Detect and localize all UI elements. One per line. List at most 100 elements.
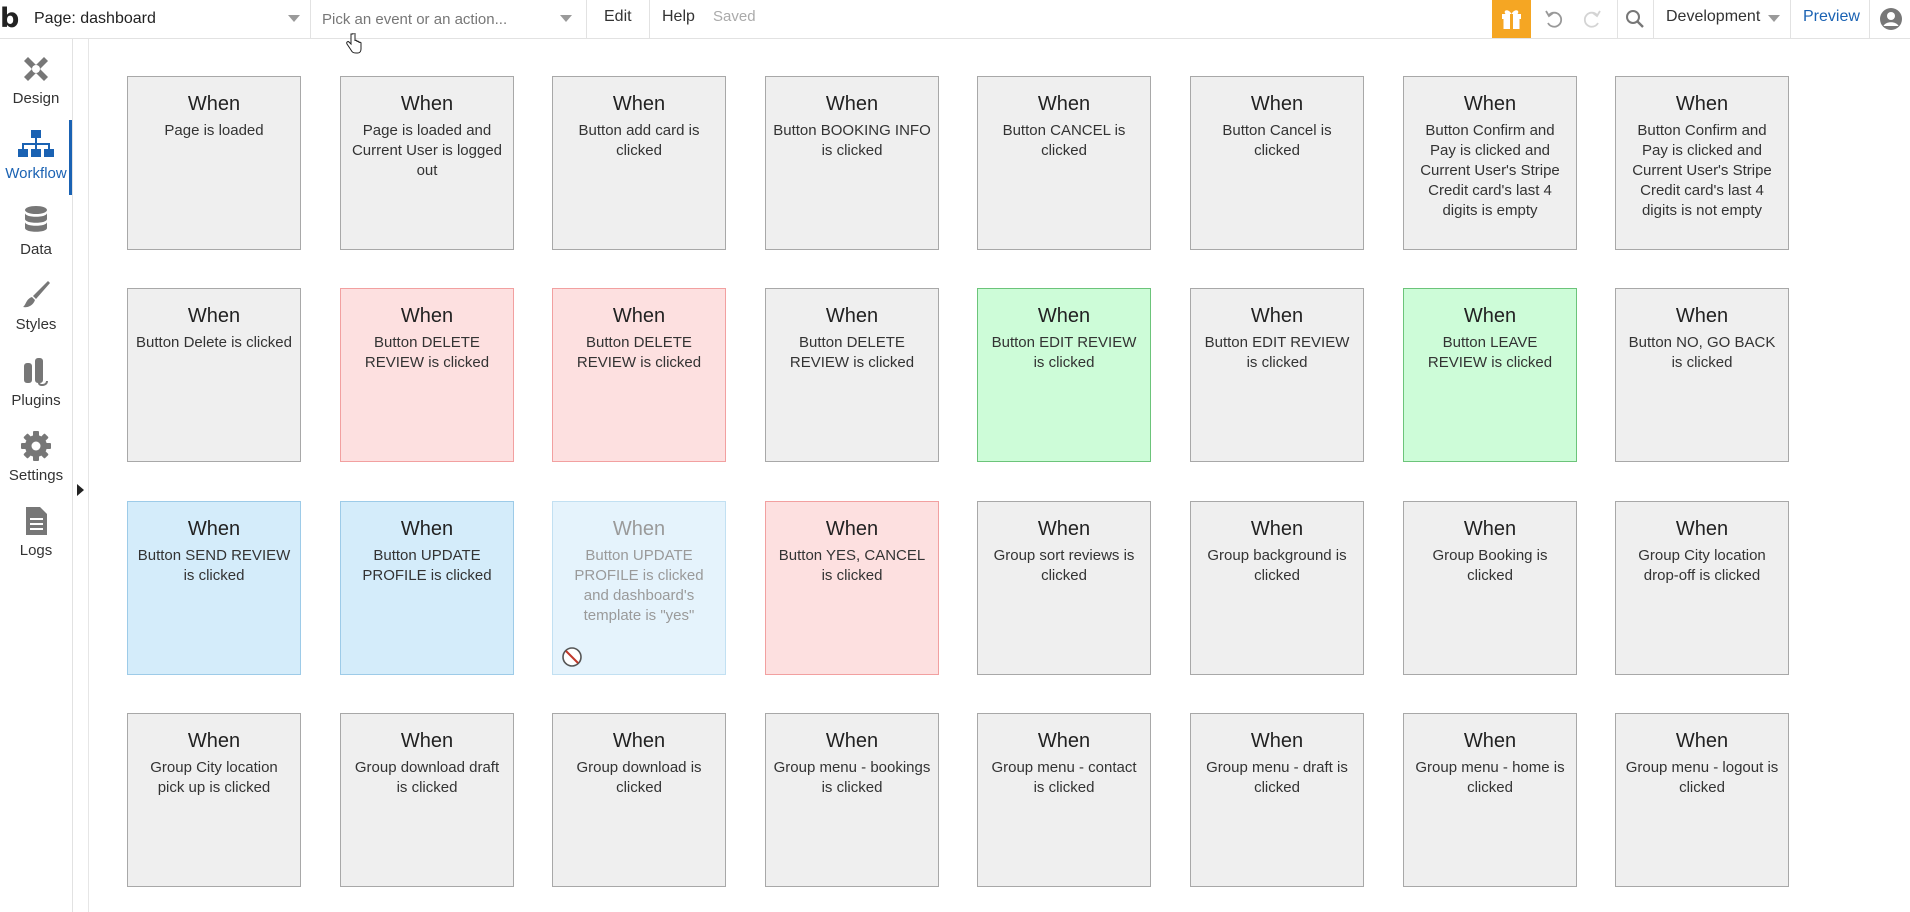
workflow-event-description: Group City location drop-off is clicked (1638, 547, 1766, 584)
sidebar-item-design[interactable]: Design (0, 45, 72, 120)
brush-icon (23, 281, 50, 308)
workflow-event-card[interactable]: When Button add card is clicked (552, 76, 726, 250)
workflow-when-label: When (612, 730, 666, 752)
workflow-event-description: Page is loaded (164, 122, 264, 139)
workflow-icon (18, 130, 54, 157)
workflow-when-label: When (1463, 730, 1517, 752)
workflow-event-card[interactable]: When Group City location pick up is click… (127, 713, 301, 887)
sidebar-item-data[interactable]: Data (0, 196, 72, 271)
workflow-when-label: When (1463, 93, 1517, 115)
workflow-event-card[interactable]: When Group download is clicked (552, 713, 726, 887)
account-button[interactable] (1876, 0, 1906, 38)
workflow-event-card[interactable]: When Button Cancel is clicked (1190, 76, 1364, 250)
workflow-event-description: Group download draft is clicked (354, 759, 500, 796)
workflow-event-card[interactable]: When Page is loaded and Current User is l… (340, 76, 514, 250)
workflow-event-card[interactable]: When Button DELETE REVIEW is clicked (552, 288, 726, 462)
workflow-when-label: When (1463, 305, 1517, 327)
workflow-event-card[interactable]: When Button SEND REVIEW is clicked (127, 501, 301, 675)
workflow-when-label: When (1250, 93, 1304, 115)
workflow-when-label: When (825, 93, 879, 115)
workflow-event-card[interactable]: When Group menu - logout is clicked (1615, 713, 1789, 887)
workflow-canvas: When Page is loaded When Page is loaded and… (89, 39, 1910, 912)
workflow-when-label: When (825, 518, 879, 540)
workflow-event-card[interactable]: When Button Confirm and Pay is clicked an… (1615, 76, 1789, 250)
page-selector[interactable]: Page: dashboard (34, 0, 311, 38)
workflow-event-card[interactable]: When Button UPDATE PROFILE is clicked and… (552, 501, 726, 675)
workflow-event-card[interactable]: When Group background is clicked (1190, 501, 1364, 675)
sidebar-item-label: Plugins (11, 392, 61, 409)
workflow-event-card[interactable]: When Group menu - contact is clicked (977, 713, 1151, 887)
workflow-when-label: When (187, 730, 241, 752)
workflow-event-description: Button YES, CANCEL is clicked (778, 547, 926, 584)
menu-edit[interactable]: Edit (604, 0, 632, 38)
sidebar-item-label: Logs (19, 542, 53, 559)
panel-expand-strip[interactable] (72, 39, 89, 912)
workflow-event-card[interactable]: When Group menu - draft is clicked (1190, 713, 1364, 887)
workflow-event-description: Button Cancel is clicked (1222, 122, 1332, 159)
sidebar-item-settings[interactable]: Settings (0, 422, 72, 497)
workflow-event-card[interactable]: When Group menu - home is clicked (1403, 713, 1577, 887)
search-button[interactable] (1620, 0, 1650, 38)
sidebar-item-plugins[interactable]: Plugins (0, 347, 72, 422)
workflow-when-label: When (187, 93, 241, 115)
preview-link[interactable]: Preview (1803, 0, 1860, 38)
top-bar: b Page: dashboard Pick an event or an ac… (0, 0, 1910, 54)
workflow-event-card[interactable]: When Button Delete is clicked (127, 288, 301, 462)
workflow-when-label: When (825, 305, 879, 327)
workflow-event-card[interactable]: When Group download draft is clicked (340, 713, 514, 887)
workflow-event-card[interactable]: When Button EDIT REVIEW is clicked (1190, 288, 1364, 462)
left-sidebar: Design Workflow Data Styles Plugins Sett… (0, 39, 73, 912)
divider (1653, 0, 1654, 38)
workflow-event-card[interactable]: When Group City location drop-off is clic… (1615, 501, 1789, 675)
workflow-event-card[interactable]: When Button LEAVE REVIEW is clicked (1403, 288, 1577, 462)
workflow-event-description: Group download is clicked (576, 759, 702, 796)
workflow-event-description: Button DELETE REVIEW is clicked (789, 334, 915, 371)
workflow-event-card[interactable]: When Button NO, GO BACK is clicked (1615, 288, 1789, 462)
workflow-event-description: Group menu - logout is clicked (1625, 759, 1779, 796)
workflow-event-card[interactable]: When Button DELETE REVIEW is clicked (340, 288, 514, 462)
workflow-event-description: Button CANCEL is clicked (1002, 122, 1126, 159)
gift-button[interactable] (1492, 0, 1531, 38)
workflow-event-card[interactable]: When Group menu - bookings is clicked (765, 713, 939, 887)
workflow-event-description: Button UPDATE PROFILE is clicked and das… (574, 547, 704, 624)
redo-button[interactable] (1577, 0, 1607, 38)
workflow-when-label: When (400, 518, 454, 540)
event-action-picker[interactable]: Pick an event or an action... (310, 0, 587, 54)
workflow-event-card[interactable]: When Group sort reviews is clicked (977, 501, 1151, 675)
workflow-when-label: When (612, 93, 666, 115)
workflow-event-description: Button NO, GO BACK is clicked (1628, 334, 1776, 371)
workflow-event-card[interactable]: When Button BOOKING INFO is clicked (765, 76, 939, 250)
sidebar-item-workflow[interactable]: Workflow (0, 120, 72, 195)
workflow-event-card[interactable]: When Group Booking is clicked (1403, 501, 1577, 675)
workflow-event-card[interactable]: When Button Confirm and Pay is clicked an… (1403, 76, 1577, 250)
disabled-icon (562, 647, 582, 667)
workflow-event-card[interactable]: When Button EDIT REVIEW is clicked (977, 288, 1151, 462)
chevron-down-icon (560, 15, 572, 22)
workflow-event-description: Button Delete is clicked (136, 334, 292, 351)
environment-selector[interactable]: Development (1666, 0, 1760, 38)
workflow-event-card[interactable]: When Page is loaded (127, 76, 301, 250)
workflow-event-description: Group sort reviews is clicked (993, 547, 1135, 584)
workflow-event-description: Group menu - home is clicked (1415, 759, 1565, 796)
workflow-event-card[interactable]: When Button CANCEL is clicked (977, 76, 1151, 250)
workflow-when-label: When (1037, 305, 1091, 327)
workflow-when-label: When (1037, 93, 1091, 115)
sidebar-item-label: Workflow (5, 165, 67, 182)
divider (1790, 0, 1791, 38)
workflow-event-card[interactable]: When Button UPDATE PROFILE is clicked (340, 501, 514, 675)
workflow-event-card[interactable]: When Button YES, CANCEL is clicked (765, 501, 939, 675)
workflow-event-description: Button EDIT REVIEW is clicked (1204, 334, 1350, 371)
menu-help[interactable]: Help (662, 0, 695, 38)
workflow-when-label: When (612, 305, 666, 327)
expand-arrow-icon[interactable] (77, 484, 84, 496)
sidebar-item-styles[interactable]: Styles (0, 271, 72, 346)
save-status: Saved (713, 8, 756, 25)
undo-button[interactable] (1539, 0, 1569, 38)
workflow-when-label: When (1250, 518, 1304, 540)
workflow-event-card[interactable]: When Button DELETE REVIEW is clicked (765, 288, 939, 462)
bubble-logo-icon[interactable]: b (0, 4, 26, 34)
workflow-when-label: When (187, 305, 241, 327)
sidebar-item-logs[interactable]: Logs (0, 497, 72, 572)
workflow-event-description: Page is loaded and Current User is logge… (351, 122, 503, 179)
redo-icon (1583, 10, 1601, 28)
